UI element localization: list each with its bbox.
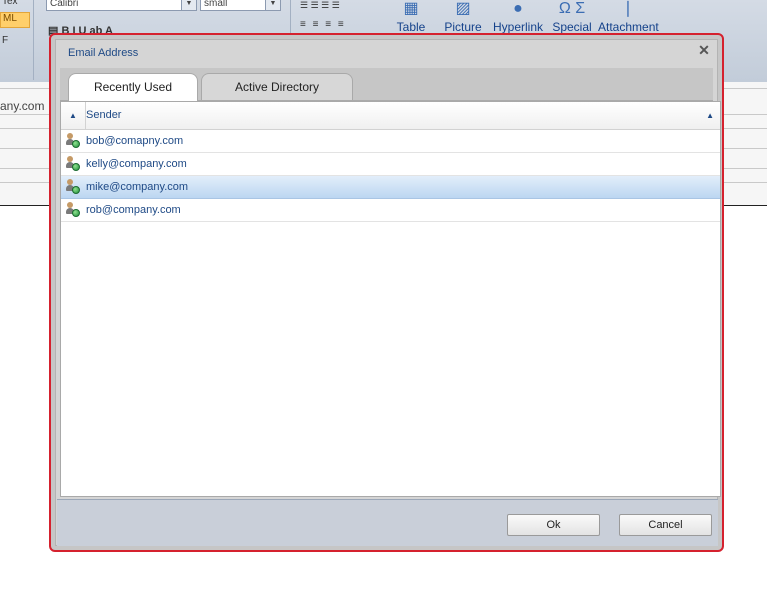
align-buttons[interactable]: ≡ ≡ ≡ ≡ (300, 19, 346, 30)
insert-special-button[interactable]: Ω Σ Special (544, 0, 600, 34)
insert-hyperlink-button[interactable]: ● Hyperlink (490, 0, 546, 34)
cancel-button[interactable]: Cancel (619, 514, 712, 536)
dialog-footer: Ok Cancel (57, 499, 718, 546)
table-row-selected[interactable]: mike@company.com (61, 176, 720, 199)
tab-strip: Recently Used Active Directory Users (60, 68, 713, 120)
background-recipient-text: any.com (0, 99, 45, 113)
email-address-dialog-frame: Email Address ✕ Recently Used Active Dir… (49, 33, 724, 552)
sender-email: mike@company.com (86, 181, 189, 193)
user-globe-icon (66, 156, 80, 171)
font-family-combo[interactable]: Calibri ▼ (46, 0, 197, 11)
table-icon: ▦ (403, 0, 419, 17)
user-globe-icon (66, 133, 80, 148)
font-size-combo[interactable]: small ▼ (200, 0, 281, 11)
sort-ascending-icon[interactable]: ▲ (706, 102, 714, 129)
chevron-down-icon[interactable]: ▼ (181, 0, 196, 10)
dialog-title: Email Address (68, 47, 139, 59)
tab-recently-used[interactable]: Recently Used (68, 73, 198, 101)
list-buttons[interactable]: ☰ ☰ ☰ ☰ (300, 0, 340, 11)
sender-email: rob@company.com (86, 204, 181, 216)
ok-button[interactable]: Ok (507, 514, 600, 536)
paperclip-icon: ❘ (621, 0, 635, 17)
table-row[interactable]: kelly@company.com (61, 153, 720, 176)
sigma-icon: Ω Σ (558, 0, 586, 17)
format-group: Tex ML F (0, 0, 34, 80)
insert-table-button[interactable]: ▦ Table (383, 0, 439, 34)
insert-picture-button[interactable]: ▨ Picture (435, 0, 491, 34)
font-size-value: small (204, 0, 228, 9)
sender-email: kelly@company.com (86, 158, 187, 170)
globe-icon: ● (513, 0, 523, 17)
close-icon[interactable]: ✕ (697, 43, 711, 57)
sender-grid: ▲ Sender ▲ bob@comapny.com kelly@company… (60, 101, 721, 497)
format-rtf-button[interactable]: F (0, 35, 28, 49)
user-globe-icon (66, 179, 80, 194)
font-family-value: Calibri (50, 0, 79, 9)
sender-email: bob@comapny.com (86, 135, 184, 147)
insert-attachment-button[interactable]: ❘ Attachment (598, 0, 659, 34)
format-html-button[interactable]: ML (0, 12, 30, 28)
chevron-down-icon[interactable]: ▼ (265, 0, 280, 10)
email-address-dialog: Email Address ✕ Recently Used Active Dir… (55, 39, 721, 546)
expand-column-icon[interactable]: ▲ (61, 102, 86, 129)
table-row[interactable]: bob@comapny.com (61, 130, 720, 153)
sender-column-header[interactable]: Sender (86, 102, 121, 129)
user-globe-icon (66, 202, 80, 217)
grid-header: ▲ Sender ▲ (61, 102, 720, 130)
format-text-button[interactable]: Tex (0, 0, 28, 10)
table-row[interactable]: rob@company.com (61, 199, 720, 222)
tab-active-directory-users[interactable]: Active Directory Users (201, 73, 353, 120)
picture-icon: ▨ (455, 0, 471, 17)
